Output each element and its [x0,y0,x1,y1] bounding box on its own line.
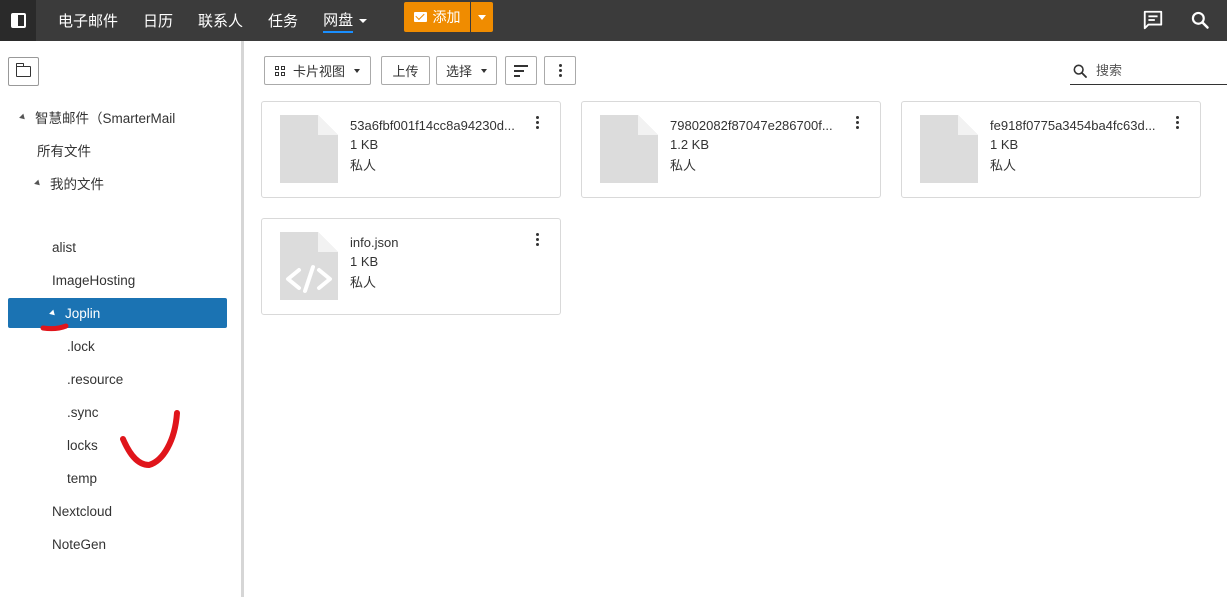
tree-item-label: 所有文件 [37,144,91,159]
tree-item-locks[interactable]: locks [67,430,98,460]
nav-tasks[interactable]: 任务 [268,10,298,31]
file-card[interactable]: 53a6fbf001f14cc8a94230d... 1 KB 私人 [261,101,561,198]
tree-item-joplin[interactable]: Joplin [8,298,227,328]
file-name: fe918f0775a3454ba4fc63d... [990,118,1156,133]
kebab-menu-icon [558,64,562,77]
add-dropdown-button[interactable] [471,2,493,32]
search-input[interactable] [1096,63,1216,78]
select-label: 选择 [445,64,472,79]
file-icon [280,115,338,183]
tree-item-label: 我的文件 [50,177,104,192]
grid-icon [274,65,285,76]
file-icon [600,115,658,183]
file-menu-button[interactable] [530,116,544,132]
tree-item-sync[interactable]: .sync [67,397,99,427]
search-button[interactable] [1185,5,1215,35]
file-name: 79802082f87047e286700f... [670,118,833,133]
tree-item-nextcloud[interactable]: Nextcloud [52,496,112,526]
file-privacy: 私人 [350,158,377,173]
kebab-menu-icon [855,116,859,132]
tree-item-label: 智慧邮件（SmarterMail [35,111,176,126]
nav-email[interactable]: 电子邮件 [58,10,118,31]
tree-item-label: .lock [67,338,95,354]
tree-item-label: Nextcloud [52,503,113,519]
tree-item-all-files[interactable]: 所有文件 [37,135,91,165]
nav-drive-wrap[interactable]: 网盘 [323,9,368,33]
main-nav: 电子邮件 日历 联系人 任务 网盘 [58,0,368,41]
tree-item-label: ImageHosting [52,272,136,288]
file-size: 1.2 KB [670,137,710,152]
upload-button-label: 上传 [392,64,419,79]
code-file-icon [280,232,338,300]
sort-icon [514,64,528,77]
tree-item-notegen[interactable]: NoteGen [52,529,106,559]
tree-item-label: alist [52,239,77,255]
file-card[interactable]: info.json 1 KB 私人 [261,218,561,315]
file-icon [920,115,978,183]
file-menu-button[interactable] [850,116,864,132]
panel-icon [10,13,26,28]
top-bar: 电子邮件 日历 联系人 任务 网盘 添加 [0,0,1227,41]
kebab-menu-icon [1175,116,1179,132]
kebab-menu-icon [535,233,539,249]
file-name: 53a6fbf001f14cc8a94230d... [350,118,515,133]
chevron-down-icon [359,18,368,23]
upload-button[interactable]: 上传 [381,56,430,85]
tree-item-alist[interactable]: alist [52,232,76,262]
file-card[interactable]: 79802082f87047e286700f... 1.2 KB 私人 [581,101,881,198]
sort-button[interactable] [505,56,537,85]
nav-calendar[interactable]: 日历 [143,10,173,31]
kebab-menu-icon [535,116,539,132]
file-size: 1 KB [350,254,379,269]
nav-drive[interactable]: 网盘 [323,9,354,33]
tree-item-label: temp [67,470,98,486]
tree-item-label: .resource [67,371,124,387]
folder-icon [15,63,31,77]
search-icon [1191,11,1209,29]
file-menu-button[interactable] [1170,116,1184,132]
search-icon [1073,64,1087,78]
new-folder-button[interactable] [8,57,39,86]
file-menu-button[interactable] [530,233,544,249]
file-privacy: 私人 [990,158,1017,173]
more-actions-button[interactable] [544,56,576,85]
chat-button[interactable] [1138,5,1168,35]
select-dropdown[interactable]: 选择 [436,56,497,85]
mail-icon [413,12,427,22]
file-privacy: 私人 [670,158,697,173]
chat-icon [1143,10,1163,30]
add-button-label: 添加 [432,9,461,25]
view-mode-label: 卡片视图 [292,64,345,79]
chevron-down-icon [354,68,360,73]
chevron-down-icon [481,68,487,73]
sidebar-toggle-button[interactable] [0,0,36,41]
chevron-down-icon [478,14,486,20]
file-privacy: 私人 [350,275,377,290]
search-field-wrap [1070,57,1227,85]
nav-contacts[interactable]: 联系人 [198,10,243,31]
add-button[interactable]: 添加 [404,2,470,32]
tree-item-label: .sync [67,404,99,420]
file-size: 1 KB [990,137,1019,152]
tree-item-lock[interactable]: .lock [67,331,95,361]
expand-arrow-icon [49,309,57,317]
tree-item-resource[interactable]: .resource [67,364,123,394]
tree-item-smartermail[interactable]: 智慧邮件（SmarterMail [19,102,176,132]
expand-arrow-icon [19,113,27,121]
view-mode-dropdown[interactable]: 卡片视图 [264,56,371,85]
tree-item-my-files[interactable]: 我的文件 [34,168,104,198]
add-button-group: 添加 [404,2,493,32]
tree-item-imagehosting[interactable]: ImageHosting [52,265,135,295]
tree-item-temp[interactable]: temp [67,463,97,493]
file-size: 1 KB [350,137,379,152]
tree-item-label: locks [67,437,98,453]
expand-arrow-icon [34,179,42,187]
sidebar-resize-handle[interactable] [241,41,244,597]
tree-item-label: NoteGen [52,536,107,552]
file-name: info.json [350,235,399,250]
file-card[interactable]: fe918f0775a3454ba4fc63d... 1 KB 私人 [901,101,1201,198]
tree-item-label: Joplin [65,305,101,321]
